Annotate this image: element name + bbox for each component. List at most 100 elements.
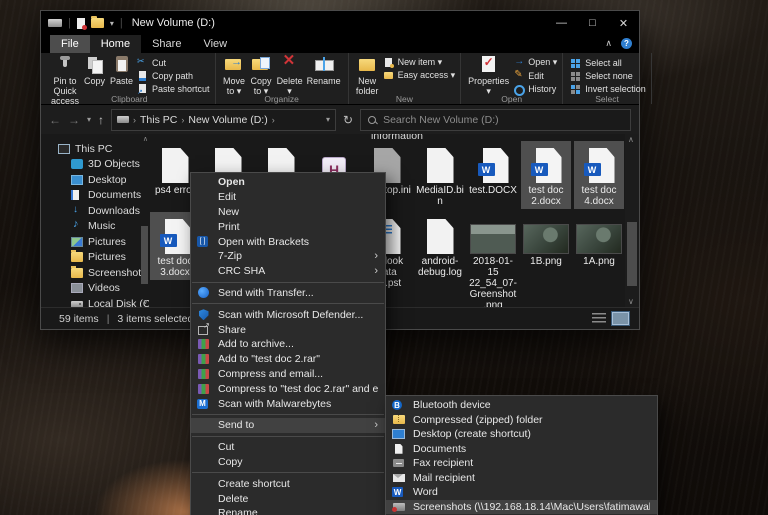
ribbon-properties-button[interactable]: Properties▾ <box>466 55 511 96</box>
context-menu-item-scan-with-microsoft-defender[interactable]: Scan with Microsoft Defender... <box>191 307 385 322</box>
file-tile-1a-png[interactable]: 1A.png <box>574 212 624 269</box>
close-button[interactable]: ✕ <box>608 11 639 35</box>
ribbon-move-to-button[interactable]: Moveto ▾ <box>221 55 248 96</box>
ribbon-delete-button[interactable]: Delete▾ <box>275 55 305 96</box>
context-menu-item-print[interactable]: Print <box>191 219 385 234</box>
forward-icon[interactable]: → <box>68 114 80 126</box>
send-to-item-bluetooth-device[interactable]: Bluetooth device <box>386 398 657 413</box>
sidebar-item-local-disk-c[interactable]: Local Disk (C:) <box>41 296 149 307</box>
file-scrollbar[interactable]: ∧ ∨ <box>625 134 639 307</box>
qat-chevron-down-icon[interactable]: ▾ <box>110 19 114 28</box>
sidebar-item-pictures[interactable]: Pictures <box>41 234 149 250</box>
ribbon-new-item-button[interactable]: New item ▾ <box>383 57 456 68</box>
context-menu-item-add-to-test-doc-2-rar[interactable]: Add to "test doc 2.rar" <box>191 352 385 367</box>
ribbon-edit-button[interactable]: Edit <box>513 70 557 81</box>
ribbon-rename-button[interactable]: Rename <box>305 55 343 86</box>
sidebar-scroll-thumb[interactable] <box>141 226 148 284</box>
context-menu-item-crc-sha[interactable]: CRC SHA› <box>191 264 385 279</box>
context-menu-item-new[interactable]: New <box>191 205 385 220</box>
context-menu-item-cut[interactable]: Cut <box>191 440 385 455</box>
context-menu-item-copy[interactable]: Copy <box>191 455 385 470</box>
minimize-button[interactable]: — <box>546 11 577 35</box>
back-icon[interactable]: ← <box>49 114 61 126</box>
ribbon-easy-access-button[interactable]: Easy access ▾ <box>383 70 456 81</box>
file-tile-mediaid-bin[interactable]: MediaID.bin <box>415 141 465 209</box>
search-box[interactable]: Search New Volume (D:) <box>360 109 631 131</box>
recent-locations-chevron-icon[interactable]: ▾ <box>87 115 91 124</box>
scroll-thumb[interactable] <box>627 222 637 286</box>
ribbon-invert-selection-button[interactable]: Invert selection <box>570 83 646 94</box>
ribbon-copy-button[interactable]: Copy <box>81 55 108 86</box>
send-to-item-fax-recipient[interactable]: Fax recipient <box>386 456 657 471</box>
sidebar-scroll-up-icon[interactable]: ∧ <box>143 135 148 143</box>
file-tile-1b-png[interactable]: 1B.png <box>521 212 571 269</box>
send-to-item-word[interactable]: Word <box>386 485 657 500</box>
details-view-icon[interactable] <box>592 313 606 324</box>
ribbon-paste-button[interactable]: Paste <box>108 55 135 86</box>
file-tile-test-docx[interactable]: test.DOCX <box>468 141 518 198</box>
sidebar-item-pictures[interactable]: Pictures <box>41 250 149 266</box>
file-tile-test-doc-2-docx[interactable]: test doc 2.docx <box>521 141 571 209</box>
context-menu-item-compress-and-email[interactable]: Compress and email... <box>191 367 385 382</box>
context-menu-item-7-zip[interactable]: 7-Zip› <box>191 249 385 264</box>
file-tile-2018-01-15-22-54-07-greenshot-[interactable]: 2018-01-15 22_54_07-Greenshot.png <box>468 212 518 307</box>
breadcrumb[interactable]: › This PC›New Volume (D:)› ▾ <box>111 109 336 131</box>
breadcrumb-new-volume-d[interactable]: New Volume (D:) <box>188 114 267 126</box>
sidebar-item-this-pc[interactable]: This PC <box>41 141 149 157</box>
context-menu-item-scan-with-malwarebytes[interactable]: Scan with Malwarebytes <box>191 396 385 411</box>
tab-file[interactable]: File <box>50 35 90 53</box>
file-tile-android-debug-log[interactable]: android-debug.log <box>415 212 465 280</box>
context-menu-item-share[interactable]: Share <box>191 322 385 337</box>
send-to-item-screenshots-192-168-18-14-mac-[interactable]: Screenshots (\\192.168.18.14\Mac\Users\f… <box>386 500 657 515</box>
ribbon-select-all-button[interactable]: Select all <box>570 57 646 68</box>
refresh-icon[interactable]: ↻ <box>343 113 353 127</box>
sidebar-item-screenshots[interactable]: Screenshots <box>41 265 149 281</box>
context-menu-item-send-with-transfer[interactable]: Send with Transfer... <box>191 286 385 301</box>
sidebar-item-desktop[interactable]: Desktop <box>41 172 149 188</box>
maximize-button[interactable]: □ <box>577 11 608 35</box>
ribbon-copy-path-button[interactable]: Copy path <box>137 70 210 81</box>
help-icon[interactable]: ? <box>621 38 632 49</box>
breadcrumb-this-pc[interactable]: This PC <box>140 114 177 126</box>
context-menu-item-rename[interactable]: Rename <box>191 506 385 515</box>
sidebar-scroll-down-icon[interactable]: ∨ <box>143 298 148 306</box>
context-menu-item-compress-to-test-doc-2-rar-and[interactable]: Compress to "test doc 2.rar" and email <box>191 381 385 396</box>
sidebar-item-3d-objects[interactable]: 3D Objects <box>41 157 149 173</box>
ribbon-cut-button[interactable]: Cut <box>137 57 210 68</box>
address-dropdown-chevron-icon[interactable]: ▾ <box>326 115 330 124</box>
send-to-item-compressed-zipped-folder[interactable]: Compressed (zipped) folder <box>386 413 657 428</box>
send-to-item-documents[interactable]: Documents <box>386 442 657 457</box>
file-tile-test-doc-4-docx[interactable]: test doc 4.docx <box>574 141 624 209</box>
sidebar-item-documents[interactable]: Documents <box>41 188 149 204</box>
thumbnails-view-icon[interactable] <box>612 312 629 325</box>
tab-view[interactable]: View <box>192 35 238 53</box>
context-menu-item-delete[interactable]: Delete <box>191 491 385 506</box>
ribbon-copy-to-button[interactable]: Copyto ▾ <box>248 55 275 96</box>
properties-quick-icon[interactable] <box>77 18 85 29</box>
sidebar-item-downloads[interactable]: Downloads <box>41 203 149 219</box>
tab-share[interactable]: Share <box>141 35 192 53</box>
up-icon[interactable]: ↑ <box>98 114 104 126</box>
ribbon-paste-shortcut-button[interactable]: Paste shortcut <box>137 83 210 94</box>
ribbon-new-folder-button[interactable]: Newfolder <box>354 55 381 96</box>
context-menu-item-add-to-archive[interactable]: Add to archive... <box>191 337 385 352</box>
tab-home[interactable]: Home <box>90 35 141 53</box>
ribbon-history-button[interactable]: History <box>513 83 557 94</box>
file-label: 1A.png <box>583 256 615 267</box>
send-to-item-mail-recipient[interactable]: Mail recipient <box>386 471 657 486</box>
collapse-ribbon-icon[interactable]: ∧ <box>605 38 612 49</box>
new-folder-quick-icon[interactable] <box>91 18 104 28</box>
send-to-item-desktop-create-shortcut[interactable]: Desktop (create shortcut) <box>386 427 657 442</box>
context-menu-item-open[interactable]: Open <box>191 175 385 190</box>
sidebar-scrollbar[interactable]: ∧ ∨ <box>139 134 149 307</box>
ribbon-open-button[interactable]: Open ▾ <box>513 57 557 68</box>
context-menu-item-create-shortcut[interactable]: Create shortcut <box>191 476 385 491</box>
scroll-down-icon[interactable]: ∨ <box>628 297 634 306</box>
context-menu-item-edit[interactable]: Edit <box>191 190 385 205</box>
sidebar-item-videos[interactable]: Videos <box>41 281 149 297</box>
scroll-up-icon[interactable]: ∧ <box>628 135 634 144</box>
sidebar-item-music[interactable]: Music <box>41 219 149 235</box>
context-menu-item-send-to[interactable]: Send to› <box>191 418 385 433</box>
ribbon-select-none-button[interactable]: Select none <box>570 70 646 81</box>
context-menu-item-open-with-brackets[interactable]: Open with Brackets <box>191 234 385 249</box>
